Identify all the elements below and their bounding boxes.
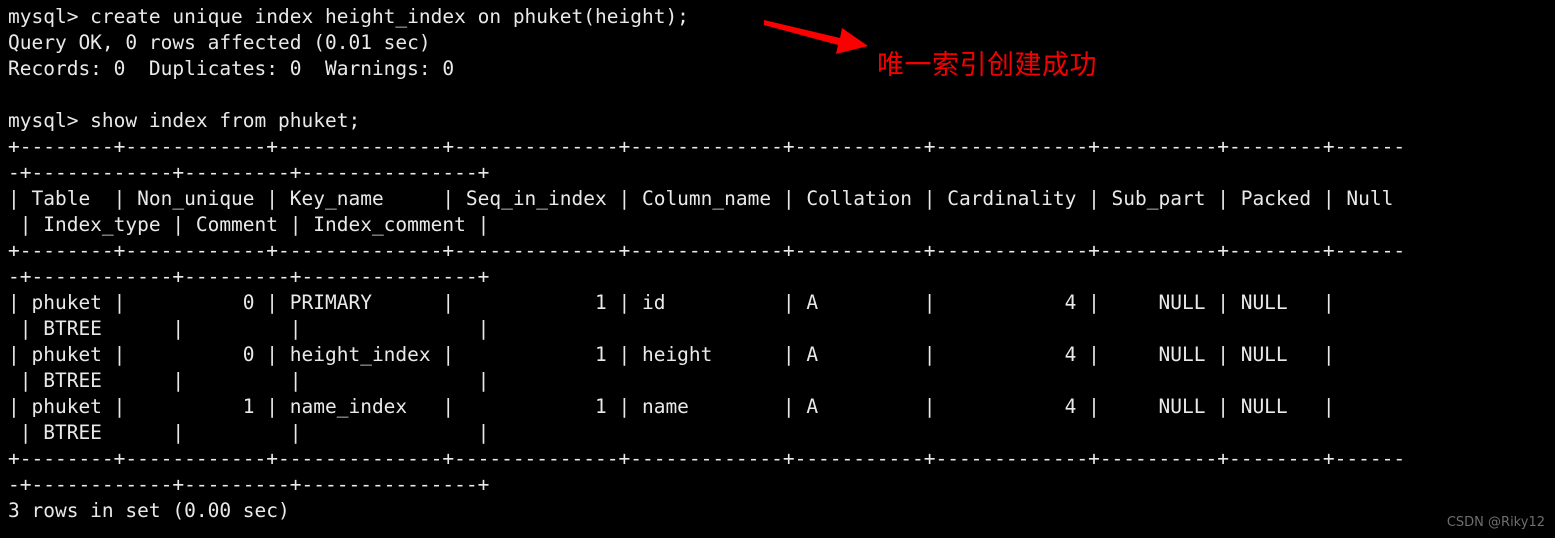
table-row-wrap: | BTREE | | | — [8, 421, 490, 444]
terminal-window[interactable]: mysql> create unique index height_index … — [0, 0, 1555, 538]
table-separator-line-wrap: -+------------+---------+---------------… — [8, 161, 490, 184]
console-line-blank — [8, 82, 1555, 108]
annotation-label: 唯一索引创建成功 — [877, 50, 1097, 81]
table-separator-line: +--------+------------+--------------+--… — [8, 135, 1406, 158]
table-row-wrap: | BTREE | | | — [8, 317, 490, 340]
table-separator-line: +--------+------------+--------------+--… — [8, 447, 1406, 470]
row-count-line: 3 rows in set (0.00 sec) — [8, 499, 290, 522]
watermark-label: CSDN @Riky12 — [1446, 515, 1545, 530]
console-line: mysql> create unique index height_index … — [8, 5, 689, 28]
table-separator-line: +--------+------------+--------------+--… — [8, 239, 1406, 262]
table-header-line-wrap: | Index_type | Comment | Index_comment | — [8, 213, 490, 236]
table-row-wrap: | BTREE | | | — [8, 369, 490, 392]
table-separator-line-wrap: -+------------+---------+---------------… — [8, 265, 490, 288]
table-row: | phuket | 0 | height_index | 1 | height… — [8, 343, 1335, 366]
console-line: mysql> show index from phuket; — [8, 109, 361, 132]
table-separator-line-wrap: -+------------+---------+---------------… — [8, 473, 490, 496]
table-row: | phuket | 1 | name_index | 1 | name | A… — [8, 395, 1335, 418]
console-line: Query OK, 0 rows affected (0.01 sec) — [8, 31, 431, 54]
console-output: mysql> create unique index height_index … — [8, 4, 1555, 524]
table-header-line: | Table | Non_unique | Key_name | Seq_in… — [8, 187, 1394, 210]
console-line: Records: 0 Duplicates: 0 Warnings: 0 — [8, 57, 455, 80]
table-row: | phuket | 0 | PRIMARY | 1 | id | A | 4 … — [8, 291, 1335, 314]
